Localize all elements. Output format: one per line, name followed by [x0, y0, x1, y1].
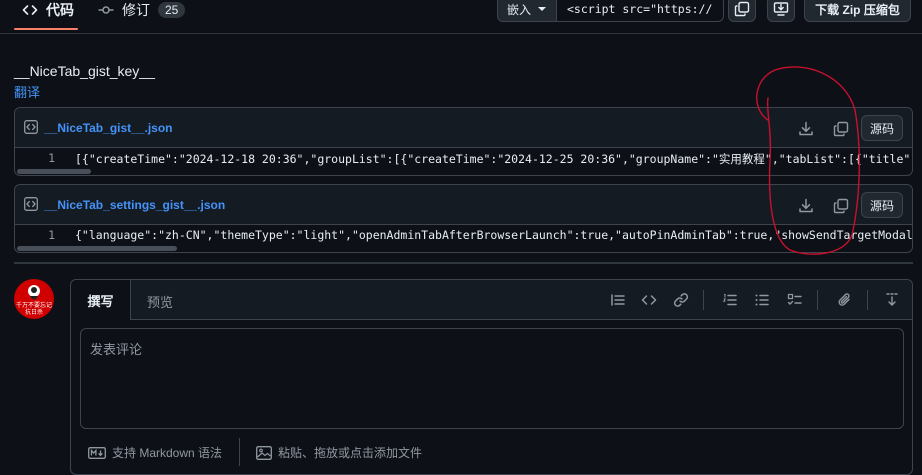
copy-icon[interactable] [833, 121, 849, 137]
heading-icon[interactable] [610, 292, 626, 308]
download-icon[interactable] [798, 198, 814, 214]
file-header: __NiceTab_settings_gist__.json 源码 [15, 185, 912, 225]
raw-button[interactable]: 源码 [861, 115, 903, 141]
footer-divider [239, 438, 240, 466]
paperclip-icon[interactable] [837, 292, 853, 308]
markdown-label: 支持 Markdown 语法 [112, 446, 223, 460]
code-line: 1 {"language":"zh-CN","themeType":"light… [15, 225, 912, 245]
file-code-icon [24, 120, 38, 134]
comment-form: 撰写 预览 发表评论 支持 Markdown 语法 粘贴、拖放或点击添加文件 [70, 279, 913, 475]
desktop-download-icon [773, 1, 789, 17]
code-line: 1 [{"createTime":"2024-12-18 20:36","gro… [15, 148, 912, 168]
attach-label: 粘贴、拖放或点击添加文件 [278, 446, 423, 460]
gist-description: __NiceTab_gist_key__ [14, 63, 155, 79]
revisions-count-badge: 25 [158, 2, 186, 18]
collapse-toolbar-icon[interactable] [884, 292, 900, 308]
embed-dropdown-button[interactable]: 嵌入 [497, 0, 557, 22]
file-box: __NiceTab_gist__.json 源码 1 [{"createTime… [14, 107, 913, 176]
download-icon[interactable] [798, 121, 814, 137]
toolbar-divider [867, 290, 868, 310]
toolbar-divider [817, 290, 818, 310]
avatar[interactable]: 千万不要忘记 抗日杀 [14, 279, 54, 319]
open-desktop-button[interactable] [767, 0, 795, 22]
file-code-icon [24, 197, 38, 211]
active-tab-indicator [14, 28, 78, 30]
link-icon[interactable] [673, 292, 689, 308]
embed-label: 嵌入 [506, 2, 531, 17]
line-number: 1 [48, 151, 55, 165]
tab-preview[interactable]: 预览 [147, 292, 173, 311]
ordered-list-icon[interactable] [722, 292, 738, 308]
markdown-support-link[interactable]: 支持 Markdown 语法 [88, 444, 222, 461]
file-name-link[interactable]: __NiceTab_gist__.json [44, 121, 173, 135]
tab-code[interactable]: 代码 [22, 0, 74, 20]
image-icon [256, 445, 272, 460]
section-divider [14, 262, 913, 264]
tab-revisions[interactable]: 修订 25 [98, 0, 186, 20]
file-name-link[interactable]: __NiceTab_settings_gist__.json [44, 198, 225, 212]
tab-revisions-label: 修订 [122, 2, 150, 18]
translate-link[interactable]: 翻译 [14, 82, 40, 101]
line-number: 1 [48, 228, 55, 242]
markdown-icon [88, 446, 106, 459]
avatar-caption: 千万不要忘记 抗日杀 [15, 303, 52, 316]
attach-files-button[interactable]: 粘贴、拖放或点击添加文件 [256, 444, 422, 461]
file-header: __NiceTab_gist__.json 源码 [15, 108, 912, 148]
code-icon[interactable] [641, 292, 657, 308]
raw-button[interactable]: 源码 [861, 192, 903, 218]
comment-textarea[interactable]: 发表评论 [80, 328, 904, 429]
code-icon [22, 2, 38, 18]
commit-icon [98, 2, 114, 18]
embed-code-field[interactable] [556, 0, 724, 22]
copy-icon[interactable] [833, 198, 849, 214]
unordered-list-icon[interactable] [754, 292, 770, 308]
chevron-down-icon [537, 4, 547, 14]
copy-embed-button[interactable] [728, 0, 756, 22]
file-box: __NiceTab_settings_gist__.json 源码 1 {"la… [14, 184, 913, 253]
code-content: [{"createTime":"2024-12-18 20:36","group… [75, 152, 913, 166]
tab-code-label: 代码 [46, 2, 74, 18]
comment-toolbar: 撰写 预览 [71, 280, 912, 320]
tab-write[interactable]: 撰写 [71, 280, 131, 320]
code-content: {"language":"zh-CN","themeType":"light",… [75, 228, 913, 242]
copy-icon [734, 1, 750, 17]
toolbar-divider [703, 290, 704, 310]
horizontal-scrollbar[interactable] [17, 169, 91, 174]
horizontal-scrollbar[interactable] [17, 246, 177, 251]
task-list-icon[interactable] [787, 292, 803, 308]
header-divider [0, 33, 922, 34]
comment-placeholder: 发表评论 [90, 342, 143, 357]
download-zip-button[interactable]: 下载 Zip 压缩包 [804, 0, 911, 22]
